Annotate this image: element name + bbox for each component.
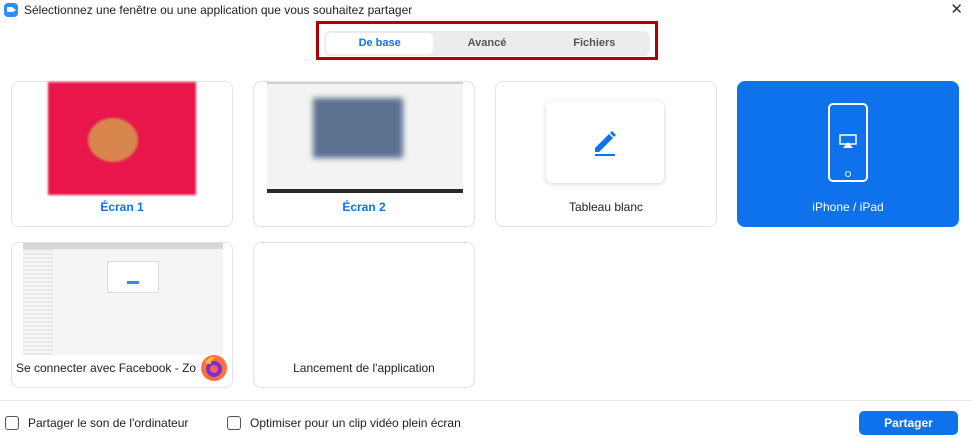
screen-1-thumbnail [48,82,196,195]
title-bar: Sélectionnez une fenêtre ou une applicat… [0,0,973,22]
share-card-whiteboard[interactable]: Tableau blanc [495,81,717,227]
footer-divider [0,400,973,401]
tab-de-base[interactable]: De base [326,33,434,54]
card-label: Tableau blanc [568,200,644,214]
phone-icon [828,103,868,182]
window-thumbnail [23,243,223,355]
checkbox-box[interactable] [227,416,241,430]
close-button[interactable]: ✕ [950,0,963,20]
whiteboard-preview [546,101,664,183]
card-label: Écran 2 [342,200,386,214]
optimize-video-checkbox[interactable]: Optimiser pour un clip vidéo plein écran [227,416,461,430]
share-button[interactable]: Partager [859,411,958,435]
share-card-iphone-ipad[interactable]: iPhone / iPad [737,81,959,227]
share-card-ecran-1[interactable]: Écran 1 [11,81,233,227]
card-label: Se connecter avec Facebook - Zo... [16,361,196,375]
checkbox-label: Optimiser pour un clip vidéo plein écran [250,416,461,430]
card-label: Lancement de l'application [293,361,435,375]
share-card-facebook-window[interactable]: Se connecter avec Facebook - Zo... [11,242,233,388]
share-card-app-launch[interactable]: Lancement de l'application [253,242,475,388]
tab-avance[interactable]: Avancé [433,33,540,54]
tab-bar: De base Avancé Fichiers [324,31,650,56]
share-card-ecran-2[interactable]: Écran 2 [253,81,475,227]
card-label: Écran 1 [100,200,144,214]
tab-fichiers[interactable]: Fichiers [541,33,648,54]
share-sound-checkbox[interactable]: Partager le son de l'ordinateur [5,416,188,430]
pencil-icon [595,131,616,156]
card-label: iPhone / iPad [812,200,884,214]
zoom-app-icon [4,3,18,17]
screen-2-thumbnail [267,82,463,193]
checkbox-box[interactable] [5,416,19,430]
checkbox-label: Partager le son de l'ordinateur [28,416,189,430]
airplay-icon [839,134,857,148]
firefox-icon [201,355,227,381]
window-title: Sélectionnez une fenêtre ou une applicat… [24,3,413,17]
